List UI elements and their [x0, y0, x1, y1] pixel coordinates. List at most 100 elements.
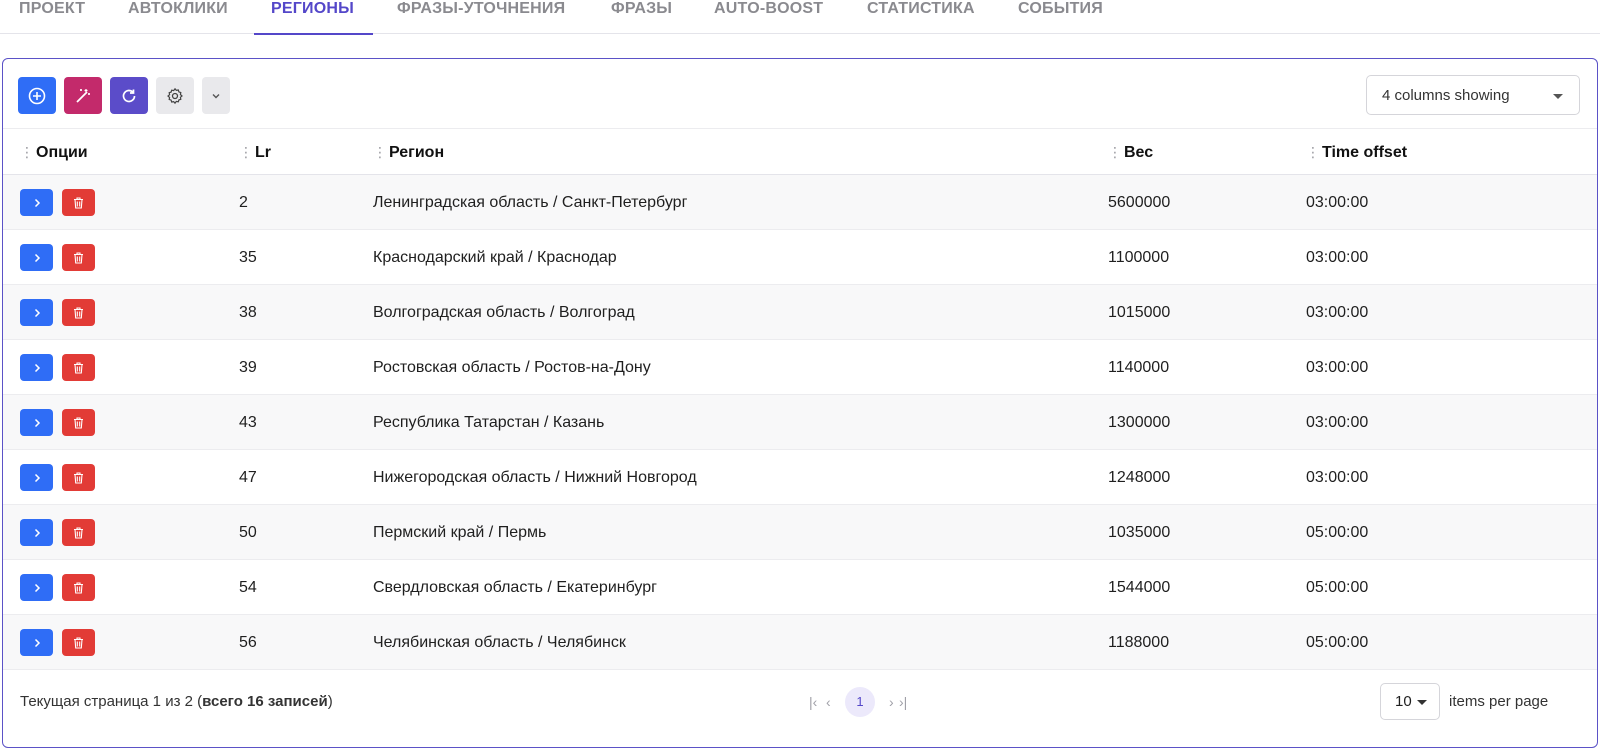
delete-row-button[interactable] [62, 574, 95, 601]
cell-weight: 1544000 [1108, 579, 1171, 596]
delete-row-button[interactable] [62, 409, 95, 436]
column-header-weight[interactable]: ⋮ Вес [1108, 129, 1153, 175]
delete-row-button[interactable] [62, 464, 95, 491]
cell-weight: 1015000 [1108, 304, 1171, 321]
delete-row-button[interactable] [62, 354, 95, 381]
trash-icon [74, 416, 83, 429]
items-per-page-label: items per page [1449, 693, 1549, 710]
cell-region: Волгоградская область / Волгоград [373, 304, 635, 321]
chevron-right-icon [34, 583, 40, 592]
tab-autoclicks[interactable]: АВТОКЛИКИ [128, 0, 232, 34]
table-row: 50 Пермский край / Пермь 1035000 05:00:00 [3, 505, 1597, 560]
chevron-right-icon [34, 253, 40, 262]
magic-wand-icon [76, 88, 90, 103]
cell-time-offset: 05:00:00 [1306, 524, 1369, 541]
settings-button[interactable] [156, 77, 194, 114]
first-page-button[interactable]: |‹ [809, 687, 817, 717]
trash-icon [74, 196, 83, 209]
drag-handle-icon[interactable]: ⋮ [1306, 129, 1320, 175]
delete-row-button[interactable] [62, 189, 95, 216]
tab-regions[interactable]: РЕГИОНЫ [254, 0, 373, 35]
trash-icon [74, 471, 83, 484]
cell-region: Челябинская область / Челябинск [373, 634, 626, 651]
table-row: 54 Свердловская область / Екатеринбург 154… [3, 560, 1597, 615]
more-options-button[interactable] [202, 77, 230, 114]
column-header-lr[interactable]: ⋮ Lr [239, 129, 271, 175]
cell-time-offset: 05:00:00 [1306, 579, 1369, 596]
prev-page-button[interactable]: ‹ [826, 687, 831, 717]
chevron-right-icon [34, 638, 40, 647]
tab-bar: ПРОЕКТ АВТОКЛИКИ РЕГИОНЫ ФРАЗЫ-УТОЧНЕНИЯ… [0, 0, 1600, 35]
cell-weight: 1100000 [1108, 249, 1170, 266]
trash-icon [74, 636, 83, 649]
tab-clarifying-phrases[interactable]: ФРАЗЫ-УТОЧНЕНИЯ [397, 0, 573, 34]
open-row-button[interactable] [20, 464, 53, 491]
magic-button[interactable] [64, 77, 102, 114]
open-row-button[interactable] [20, 244, 53, 271]
drag-handle-icon[interactable]: ⋮ [1108, 129, 1122, 175]
open-row-button[interactable] [20, 574, 53, 601]
add-button[interactable] [18, 77, 56, 114]
cell-weight: 1300000 [1108, 414, 1171, 431]
tab-phrases[interactable]: ФРАЗЫ [611, 0, 675, 34]
cell-region: Ростовская область / Ростов-на-Дону [373, 359, 651, 376]
gear-icon [167, 87, 183, 104]
chevron-right-icon [34, 528, 40, 537]
table-row: 39 Ростовская область / Ростов-на-Дону 114… [3, 340, 1597, 395]
table-row: 35 Краснодарский край / Краснодар 1100000 0… [3, 230, 1597, 285]
chevron-right-icon [34, 363, 40, 372]
column-header-time-offset[interactable]: ⋮ Time offset [1306, 129, 1407, 175]
items-per-page-select[interactable]: 10 [1380, 683, 1440, 720]
delete-row-button[interactable] [62, 244, 95, 271]
cell-lr: 2 [239, 194, 248, 211]
open-row-button[interactable] [20, 409, 53, 436]
drag-handle-icon[interactable]: ⋮ [373, 129, 387, 175]
delete-row-button[interactable] [62, 299, 95, 326]
chevron-right-icon [34, 473, 40, 482]
cell-time-offset: 03:00:00 [1306, 249, 1369, 266]
cell-region: Краснодарский край / Краснодар [373, 249, 617, 266]
column-header-region[interactable]: ⋮ Регион [373, 129, 444, 175]
cell-weight: 5600000 [1108, 194, 1171, 211]
cell-time-offset: 05:00:00 [1306, 634, 1369, 651]
drag-handle-icon[interactable]: ⋮ [20, 129, 34, 175]
open-row-button[interactable] [20, 299, 53, 326]
columns-showing-select[interactable]: 4 columns showing [1366, 75, 1580, 115]
trash-icon [74, 306, 83, 319]
refresh-button[interactable] [110, 77, 148, 114]
table-row: 2 Ленинградская область / Санкт-Петербург… [3, 175, 1597, 230]
delete-row-button[interactable] [62, 629, 95, 656]
open-row-button[interactable] [20, 354, 53, 381]
column-header-options[interactable]: ⋮ Опции [20, 129, 88, 175]
table-footer: Текущая страница 1 из 2 (всего 16 записе… [3, 671, 1597, 747]
regions-table-card: 4 columns showing ⋮ Опции ⋮ Lr ⋮ Регион ⋮ Ве… [2, 58, 1598, 748]
open-row-button[interactable] [20, 629, 53, 656]
cell-time-offset: 03:00:00 [1306, 304, 1369, 321]
tab-statistics[interactable]: СТАТИСТИКА [867, 0, 979, 34]
cell-lr: 54 [239, 579, 257, 596]
dropdown-arrow-icon [1553, 94, 1563, 99]
table-row: 38 Волгоградская область / Волгоград 10150… [3, 285, 1597, 340]
cell-region: Республика Татарстан / Казань [373, 414, 605, 431]
open-row-button[interactable] [20, 519, 53, 546]
last-page-button[interactable]: ›| [899, 687, 907, 717]
cell-lr: 56 [239, 634, 257, 651]
chevron-down-icon [212, 93, 220, 98]
chevron-right-icon [34, 308, 40, 317]
drag-handle-icon[interactable]: ⋮ [239, 129, 253, 175]
open-row-button[interactable] [20, 189, 53, 216]
cell-lr: 39 [239, 359, 257, 376]
tab-events[interactable]: СОБЫТИЯ [1018, 0, 1108, 34]
table-row: 43 Республика Татарстан / Казань 1300000 03… [3, 395, 1597, 450]
cell-lr: 47 [239, 469, 257, 486]
next-page-button[interactable]: › [889, 687, 894, 717]
chevron-right-icon [34, 198, 40, 207]
page-status: Текущая страница 1 из 2 (всего 16 записе… [20, 693, 333, 710]
cell-time-offset: 03:00:00 [1306, 359, 1369, 376]
add-circle-icon [28, 87, 46, 104]
tab-project[interactable]: ПРОЕКТ [19, 0, 89, 34]
delete-row-button[interactable] [62, 519, 95, 546]
table-header: ⋮ Опции ⋮ Lr ⋮ Регион ⋮ Вес ⋮ Time offset [3, 129, 1597, 175]
current-page-button[interactable]: 1 [845, 687, 875, 717]
tab-auto-boost[interactable]: AUTO-BOOST [714, 0, 829, 34]
